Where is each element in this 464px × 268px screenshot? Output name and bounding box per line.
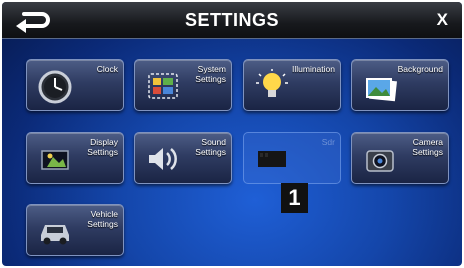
system-settings-icon — [148, 73, 178, 99]
page-title: SETTINGS — [184, 10, 279, 30]
tile-label: System Settings — [195, 64, 226, 84]
speaker-icon — [149, 148, 177, 170]
tile-label: Background — [397, 64, 443, 74]
tile-label: Illumination — [292, 64, 335, 74]
tile-label: Camera Settings — [412, 137, 443, 157]
illumination-button[interactable]: Illumination — [243, 59, 341, 111]
header-bar: SETTINGS X — [2, 2, 462, 39]
system-settings-button[interactable]: System Settings — [134, 59, 232, 111]
sound-settings-button[interactable]: Sound Settings — [134, 132, 232, 184]
card-icon — [258, 151, 286, 167]
clock-button[interactable]: Clock — [26, 59, 124, 111]
display-settings-button[interactable]: Display Settings — [26, 132, 124, 184]
close-button[interactable]: X — [437, 10, 448, 30]
callout-number: 1 — [281, 183, 308, 213]
picture-icon — [366, 78, 397, 102]
camera-settings-button[interactable]: Camera Settings — [351, 132, 449, 184]
tile-label: Clock — [96, 64, 118, 74]
light-bulb-icon — [256, 69, 288, 97]
tile-label: Sound Settings — [195, 137, 226, 157]
settings-screen: SETTINGS X Clock System Settings Illumin… — [2, 2, 462, 266]
sdr-button[interactable]: Sdr — [243, 132, 341, 184]
tile-label: Display Settings — [87, 137, 118, 157]
camera-icon — [366, 150, 394, 172]
tile-label: Sdr — [321, 137, 335, 147]
clock-icon — [38, 70, 72, 104]
tile-label: Vehicle Settings — [87, 209, 118, 229]
background-button[interactable]: Background — [351, 59, 449, 111]
display-icon — [41, 150, 69, 170]
car-icon — [41, 225, 69, 245]
vehicle-settings-button[interactable]: Vehicle Settings — [26, 204, 124, 256]
